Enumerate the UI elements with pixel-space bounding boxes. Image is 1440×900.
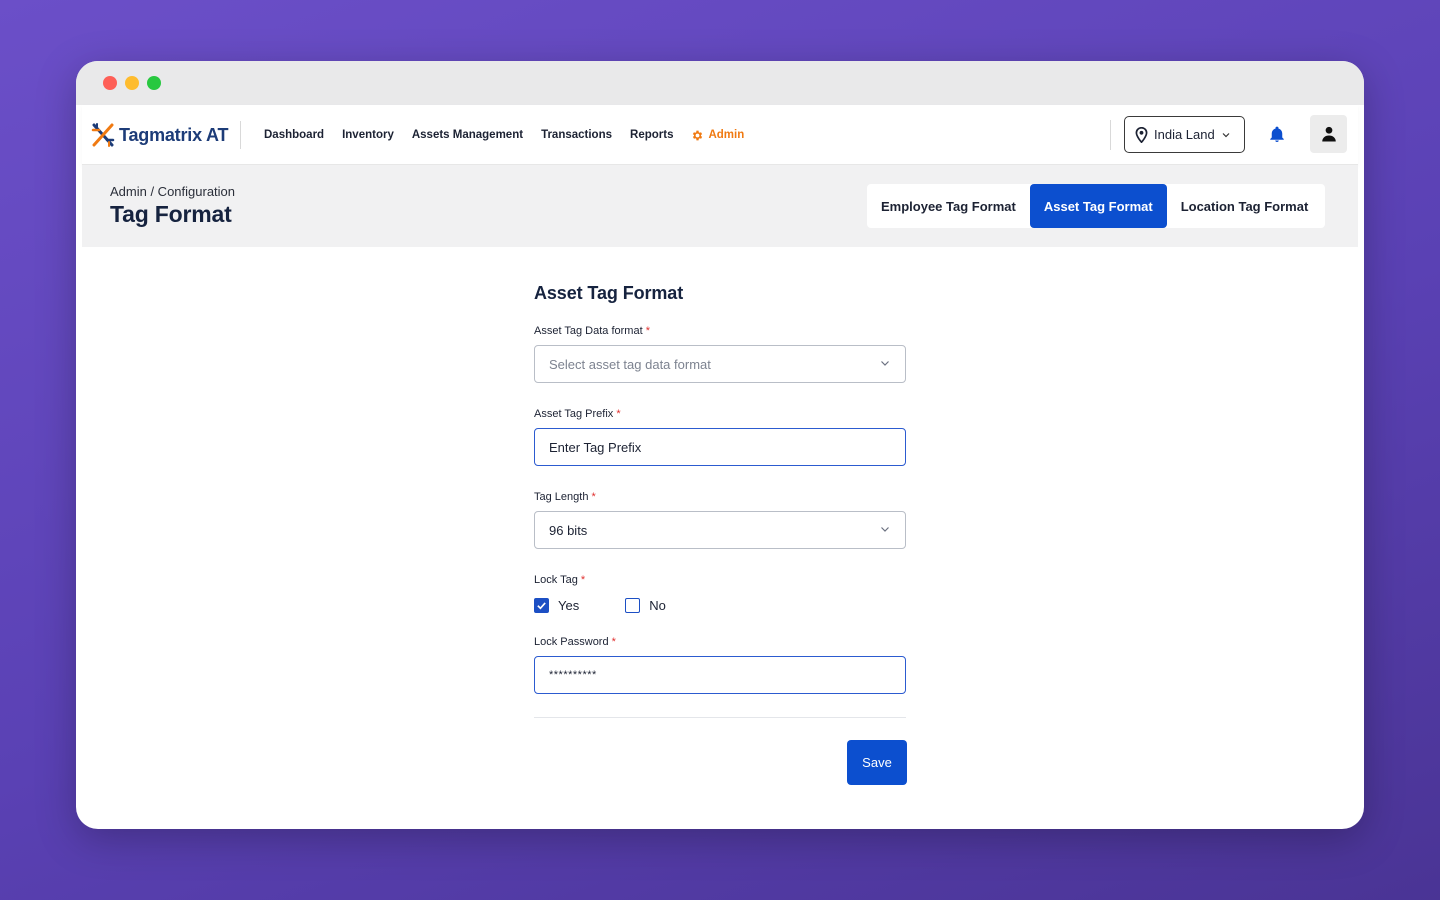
nav-item-admin[interactable]: Admin <box>691 129 744 142</box>
chevron-down-icon <box>881 361 889 366</box>
close-window-button[interactable] <box>103 76 117 90</box>
save-button[interactable]: Save <box>847 740 907 785</box>
nav-divider-right <box>1110 120 1111 150</box>
tag-length-label: Tag Length * <box>534 491 906 503</box>
lock-password-input[interactable]: ********** <box>534 656 906 694</box>
lock-tag-no-label: No <box>649 598 666 613</box>
user-menu-button[interactable] <box>1310 115 1347 153</box>
brand-name: Tagmatrix AT <box>119 124 229 145</box>
data-format-label: Asset Tag Data format * <box>534 325 906 337</box>
password-label: Lock Password * <box>534 636 906 648</box>
required-marker: * <box>580 574 586 586</box>
prefix-label-text: Asset Tag Prefix <box>534 408 614 420</box>
form-divider <box>534 717 906 718</box>
user-icon <box>1321 126 1336 142</box>
lock-tag-options: Yes No <box>534 598 906 613</box>
lock-tag-no-checkbox[interactable] <box>625 598 641 613</box>
nav-item-transactions[interactable]: Transactions <box>541 129 612 141</box>
chevron-down-icon <box>1222 132 1230 137</box>
main-nav: Dashboard Inventory Assets Management Tr… <box>264 105 762 165</box>
lock-tag-yes-option[interactable]: Yes <box>534 598 579 613</box>
brand-logo[interactable]: Tagmatrix AT <box>91 121 228 149</box>
tab-employee-tag-format[interactable]: Employee Tag Format <box>867 184 1030 228</box>
nav-item-admin-label: Admin <box>708 129 745 141</box>
data-format-select[interactable]: Select asset tag data format <box>534 345 906 383</box>
required-marker: * <box>645 325 650 337</box>
bell-icon <box>1270 126 1284 142</box>
form-title: Asset Tag Format <box>534 283 684 303</box>
browser-window: Tagmatrix AT Dashboard Inventory Assets … <box>76 61 1364 829</box>
tag-length-label-text: Tag Length <box>534 491 589 503</box>
lock-tag-label-text: Lock Tag <box>534 574 578 586</box>
required-marker: * <box>611 636 616 648</box>
data-format-placeholder: Select asset tag data format <box>549 356 711 372</box>
top-navbar: Tagmatrix AT Dashboard Inventory Assets … <box>82 105 1358 165</box>
tag-length-value: 96 bits <box>549 522 588 538</box>
page-title: Tag Format <box>110 201 232 227</box>
prefix-label: Asset Tag Prefix * <box>534 408 906 420</box>
breadcrumb: Admin / Configuration <box>110 184 236 199</box>
location-select-value: India Land <box>1154 127 1215 142</box>
notifications-button[interactable] <box>1268 125 1286 149</box>
window-titlebar <box>76 61 1364 105</box>
nav-item-reports[interactable]: Reports <box>630 129 673 141</box>
page-header: Admin / Configuration Tag Format Employe… <box>82 165 1358 247</box>
minimize-window-button[interactable] <box>125 76 139 90</box>
tag-length-select[interactable]: 96 bits <box>534 511 906 549</box>
password-label-text: Lock Password <box>534 636 609 648</box>
lock-tag-yes-label: Yes <box>558 598 580 613</box>
tagmatrix-logo-icon <box>91 123 115 147</box>
nav-item-inventory[interactable]: Inventory <box>342 129 394 141</box>
required-marker: * <box>616 408 621 420</box>
chevron-down-icon <box>881 527 889 532</box>
tab-asset-tag-format[interactable]: Asset Tag Format <box>1029 184 1167 228</box>
checkmark-icon <box>537 602 546 610</box>
maximize-window-button[interactable] <box>147 76 161 90</box>
location-pin-icon <box>1135 126 1148 143</box>
tag-prefix-input[interactable]: Enter Tag Prefix <box>534 428 906 466</box>
nav-item-assets-management[interactable]: Assets Management <box>412 129 523 141</box>
lock-tag-no-option[interactable]: No <box>625 598 666 613</box>
lock-tag-yes-checkbox[interactable] <box>534 598 549 613</box>
location-select[interactable]: India Land <box>1124 116 1245 153</box>
asset-tag-format-form: Asset Tag Format Asset Tag Data format *… <box>534 283 906 718</box>
gear-icon <box>693 130 703 140</box>
tab-location-tag-format[interactable]: Location Tag Format <box>1167 184 1323 228</box>
lock-tag-label: Lock Tag * <box>534 574 906 586</box>
nav-divider <box>240 121 241 149</box>
data-format-label-text: Asset Tag Data format <box>534 325 643 337</box>
tag-format-tabs: Employee Tag Format Asset Tag Format Loc… <box>867 184 1325 228</box>
lock-password-value: ********** <box>549 669 597 681</box>
tag-prefix-value: Enter Tag Prefix <box>549 439 642 455</box>
required-marker: * <box>591 491 596 503</box>
nav-item-dashboard[interactable]: Dashboard <box>264 129 324 141</box>
